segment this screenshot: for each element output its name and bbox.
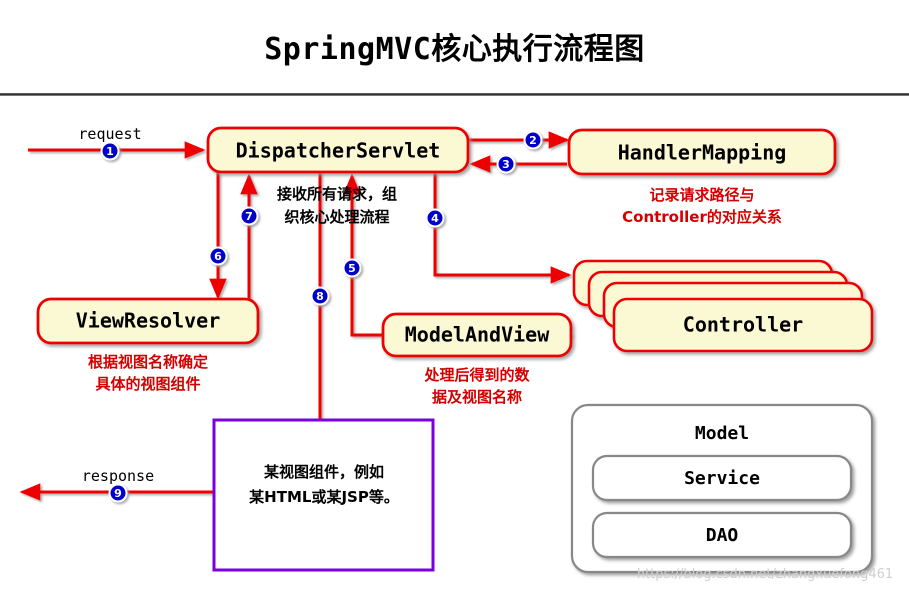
- step-badge-6: 6: [208, 246, 228, 266]
- dispatcher-caption-line1: 接收所有请求，组: [277, 185, 397, 203]
- step-badge-5: 5: [342, 258, 362, 278]
- view-resolver-caption-line2: 具体的视图组件: [95, 375, 200, 393]
- view-component-line1: 某视图组件，例如: [264, 463, 384, 481]
- model-and-view-node: ModelAndView 处理后得到的数 据及视图名称: [381, 312, 573, 406]
- watermark-text: https://blog.csdn.net/zhangxuefong461: [637, 567, 893, 582]
- svg-text:2: 2: [529, 134, 537, 147]
- dispatcher-caption-line2: 织核心处理流程: [284, 208, 389, 226]
- handler-mapping-caption-line1: 记录请求路径与: [649, 186, 754, 204]
- svg-text:6: 6: [214, 250, 222, 263]
- model-and-view-caption-line2: 据及视图名称: [432, 388, 522, 406]
- service-label: Service: [684, 468, 760, 489]
- model-and-view-label: ModelAndView: [405, 323, 550, 347]
- view-resolver-label: ViewResolver: [76, 309, 221, 333]
- step-badge-2: 2: [523, 130, 543, 150]
- svg-text:9: 9: [114, 487, 122, 500]
- view-component-node: 某视图组件，例如 某HTML或某JSP等。: [212, 418, 435, 572]
- step-badge-9: 9: [108, 483, 128, 503]
- controller-model-connectors: [625, 350, 822, 405]
- svg-text:5: 5: [348, 262, 356, 275]
- step-badge-7: 7: [239, 206, 259, 226]
- request-label: request: [78, 125, 141, 143]
- diagram-canvas: Model Service DAO Controller DispatcherS…: [19, 125, 893, 582]
- model-group: Model Service DAO: [570, 403, 874, 574]
- view-resolver-caption-line1: 根据视图名称确定: [88, 353, 208, 371]
- step-badge-8: 8: [310, 286, 330, 306]
- handler-mapping-label: HandlerMapping: [618, 141, 787, 165]
- response-label: response: [82, 467, 154, 485]
- svg-text:7: 7: [245, 210, 253, 223]
- handler-mapping-caption-line2: Controller的对应关系: [622, 208, 782, 226]
- step-badge-1: 1: [100, 141, 120, 161]
- controller-label: Controller: [683, 313, 803, 337]
- svg-text:3: 3: [502, 158, 510, 171]
- svg-text:4: 4: [431, 212, 439, 225]
- dao-label: DAO: [706, 525, 739, 546]
- handler-mapping-node: HandlerMapping 记录请求路径与 Controller的对应关系: [567, 128, 837, 226]
- model-and-view-caption-line1: 处理后得到的数: [423, 366, 530, 384]
- step-badge-4: 4: [425, 208, 445, 228]
- step-badge-3: 3: [496, 154, 516, 174]
- edge-4-dispatcher-to-controller: [433, 172, 572, 284]
- controller-stack: Controller: [572, 259, 874, 353]
- view-component-line2: 某HTML或某JSP等。: [249, 488, 399, 506]
- view-resolver-node: ViewResolver 根据视图名称确定 具体的视图组件: [36, 297, 260, 393]
- svg-text:1: 1: [106, 145, 114, 158]
- springmvc-flow-diagram: SpringMVC核心执行流程图 Model Service DAO Contr…: [0, 0, 909, 591]
- svg-text:8: 8: [316, 290, 324, 303]
- dispatcher-servlet-label: DispatcherServlet: [236, 139, 441, 163]
- model-label: Model: [695, 423, 749, 444]
